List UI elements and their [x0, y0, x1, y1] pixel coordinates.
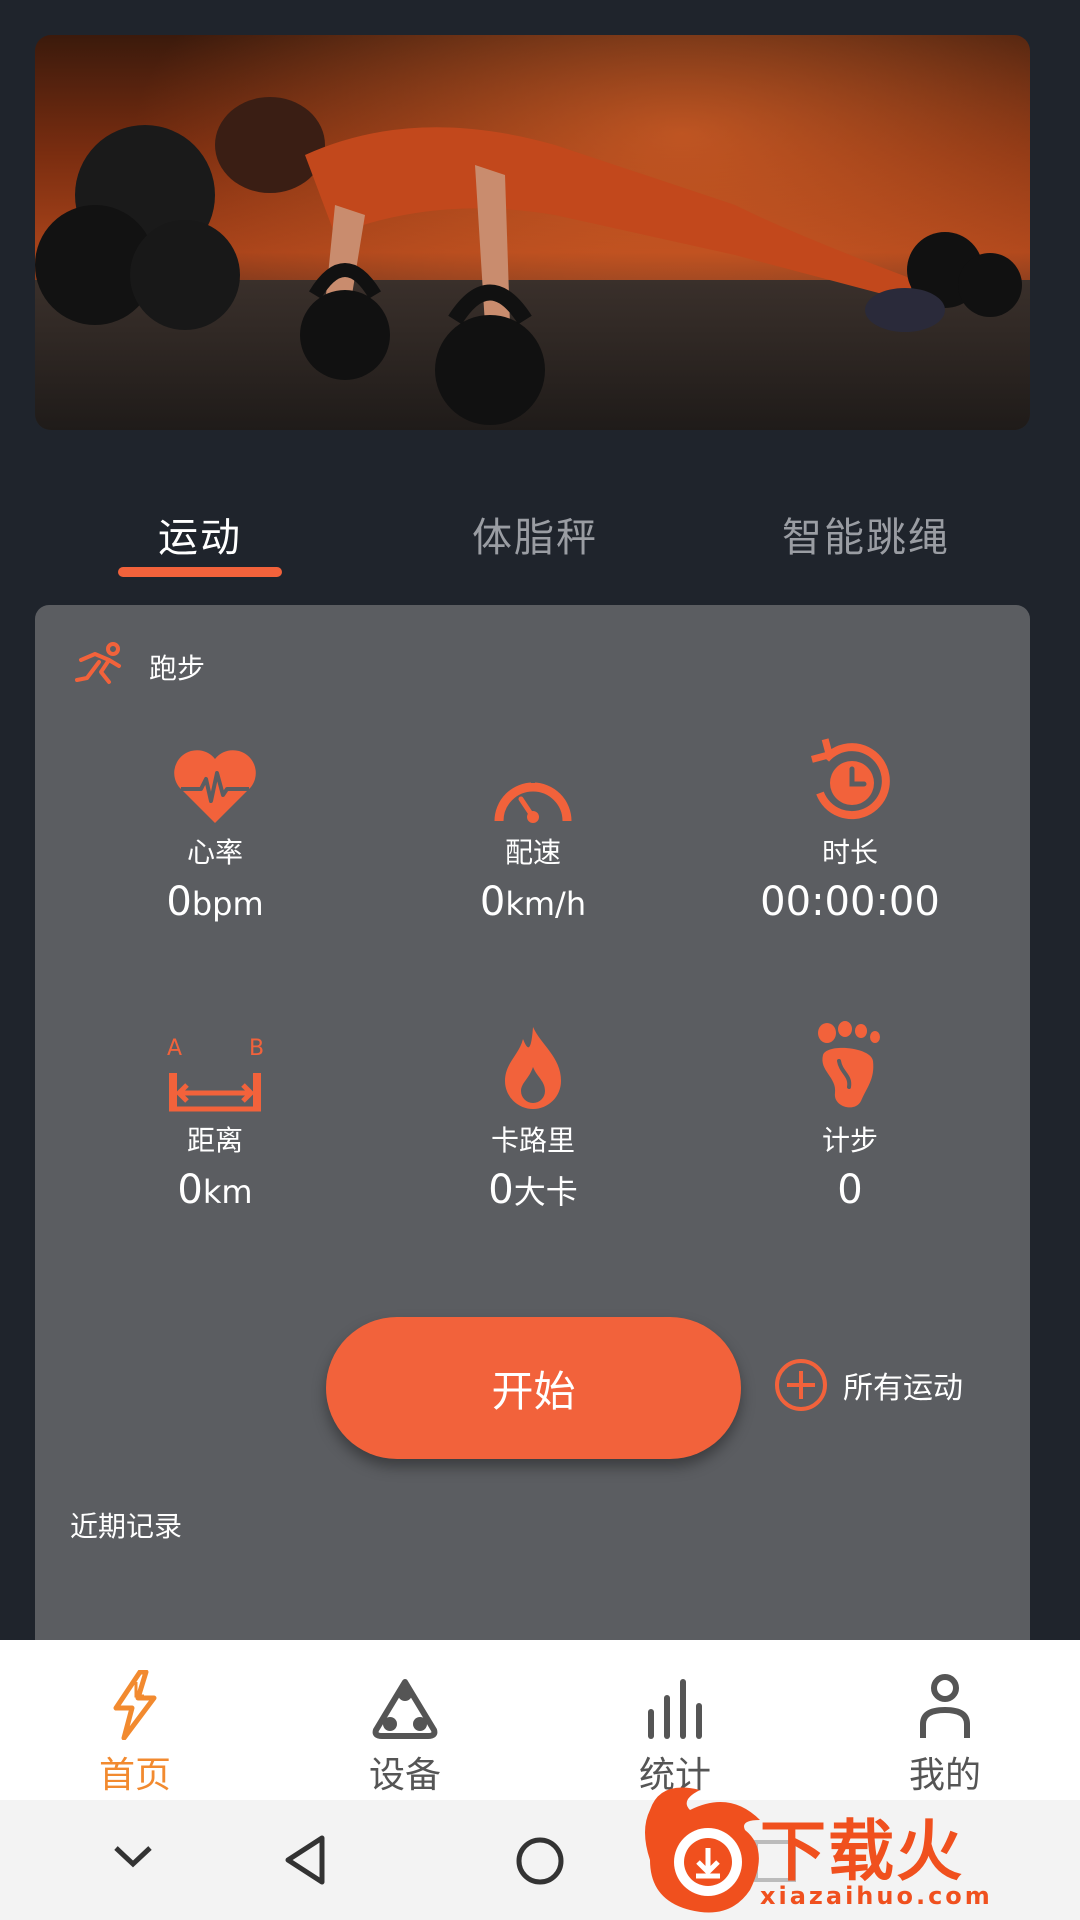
metric-steps: 计步 0 [700, 1021, 1000, 1213]
metric-pace: 配速 0km/h [383, 735, 683, 925]
tab-exercise[interactable]: 运动 [158, 505, 242, 563]
chevron-down-icon[interactable] [110, 1842, 156, 1872]
recent-records-heading: 近期记录 [70, 1510, 183, 1543]
all-sports-label: 所有运动 [843, 1371, 963, 1406]
running-icon [75, 642, 121, 684]
home-circle-icon[interactable] [515, 1836, 565, 1886]
speedometer-icon [494, 779, 572, 823]
nav-device[interactable]: 设备 [305, 1660, 505, 1798]
svg-text:B: B [249, 1036, 264, 1061]
heart-rate-icon [174, 750, 256, 823]
device-icon [372, 1679, 438, 1739]
flame-icon [505, 1027, 561, 1109]
nav-statistics[interactable]: 统计 [575, 1660, 775, 1798]
watermark-url: xiazaihuo.com [760, 1882, 993, 1910]
metric-distance: A B 距离 0km [65, 1023, 365, 1213]
watermark: 下载火 xiazaihuo.com [640, 1780, 1080, 1920]
nav-profile[interactable]: 我的 [845, 1660, 1045, 1798]
watermark-text: 下载火 [760, 1813, 964, 1890]
svg-text:A: A [167, 1036, 182, 1061]
metric-heart-rate: 心率 0bpm [65, 735, 365, 925]
exercise-card: 跑步 心率 0bpm 配速 0km/h 时长 00:00:00 A B 距离 0… [35, 605, 1030, 1640]
tab-body-fat-scale[interactable]: 体脂秤 [472, 505, 598, 563]
distance-icon: A B [167, 1036, 264, 1112]
tab-active-indicator [118, 567, 282, 577]
tab-smart-jump-rope[interactable]: 智能跳绳 [782, 505, 950, 563]
start-button[interactable]: 开始 [326, 1317, 741, 1459]
sport-selector[interactable]: 跑步 [73, 640, 205, 694]
watermark-logo-icon [645, 1787, 760, 1913]
back-icon[interactable] [282, 1834, 328, 1886]
timer-icon [810, 738, 890, 820]
nav-home[interactable]: 首页 [35, 1660, 235, 1798]
metric-calories: 卡路里 0大卡 [383, 1023, 683, 1213]
all-sports-button[interactable]: 所有运动 [773, 1357, 963, 1413]
hero-illustration [35, 97, 1022, 425]
footprint-icon [818, 1021, 880, 1108]
profile-icon [920, 1674, 970, 1738]
bolt-icon [113, 1670, 157, 1740]
stats-icon [648, 1679, 702, 1739]
metric-duration: 时长 00:00:00 [700, 735, 1000, 925]
bottom-nav: 首页 设备 统计 我的 [0, 1640, 1080, 1800]
add-circle-icon [775, 1359, 827, 1411]
hero-banner[interactable] [35, 35, 1030, 430]
sport-name: 跑步 [149, 652, 206, 685]
